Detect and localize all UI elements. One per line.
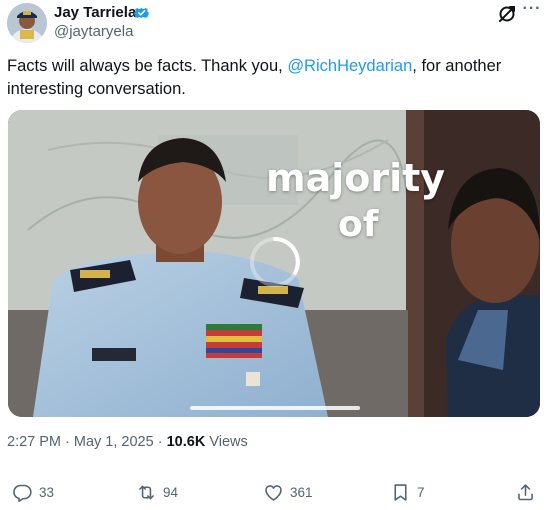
bookmark-button[interactable]: 7 xyxy=(390,478,425,506)
verified-badge-icon xyxy=(133,4,150,21)
grok-icon[interactable] xyxy=(495,2,519,26)
tweet-time[interactable]: 2:27 PM xyxy=(7,434,61,450)
meta-separator: · xyxy=(61,434,74,450)
video-caption-line-2: of xyxy=(338,204,379,245)
tweet-text-before: Facts will always be facts. Thank you, xyxy=(7,57,288,75)
loading-spinner-icon xyxy=(250,237,300,287)
author-handle[interactable]: @jaytaryela xyxy=(54,23,133,40)
bookmark-count: 7 xyxy=(417,484,425,500)
avatar[interactable] xyxy=(7,3,47,43)
tweet-date[interactable]: May 1, 2025 xyxy=(74,434,154,450)
like-icon xyxy=(265,484,282,501)
retweet-icon xyxy=(139,485,154,499)
like-count: 361 xyxy=(290,484,313,500)
more-icon[interactable]: ··· xyxy=(519,0,545,24)
video-player[interactable]: majority of xyxy=(8,110,540,417)
bookmark-icon xyxy=(394,483,407,501)
reply-count: 33 xyxy=(39,484,55,500)
tweet-text: Facts will always be facts. Thank you, @… xyxy=(7,55,547,101)
like-button[interactable]: 361 xyxy=(263,478,313,506)
share-icon xyxy=(518,483,533,500)
author-name[interactable]: Jay Tarriela xyxy=(54,4,136,21)
tweet-header: Jay Tarriela @jaytaryela ··· xyxy=(0,0,556,50)
reply-button[interactable]: 33 xyxy=(12,478,54,506)
retweet-button[interactable]: 94 xyxy=(136,478,178,506)
video-caption-line-1: majority xyxy=(266,156,446,200)
reply-icon xyxy=(13,484,32,502)
meta-separator-2: · xyxy=(153,434,167,450)
video-progress-bar[interactable] xyxy=(190,406,360,410)
share-button[interactable] xyxy=(515,478,542,506)
tweet-meta: 2:27 PM · May 1, 2025 · 10.6K Views xyxy=(7,434,248,450)
action-bar: 33 94 361 7 xyxy=(0,478,556,506)
mention-link[interactable]: @RichHeydarian xyxy=(287,57,412,75)
views-count: 10.6K xyxy=(166,434,206,450)
views-label: Views xyxy=(205,434,248,450)
retweet-count: 94 xyxy=(163,484,179,500)
